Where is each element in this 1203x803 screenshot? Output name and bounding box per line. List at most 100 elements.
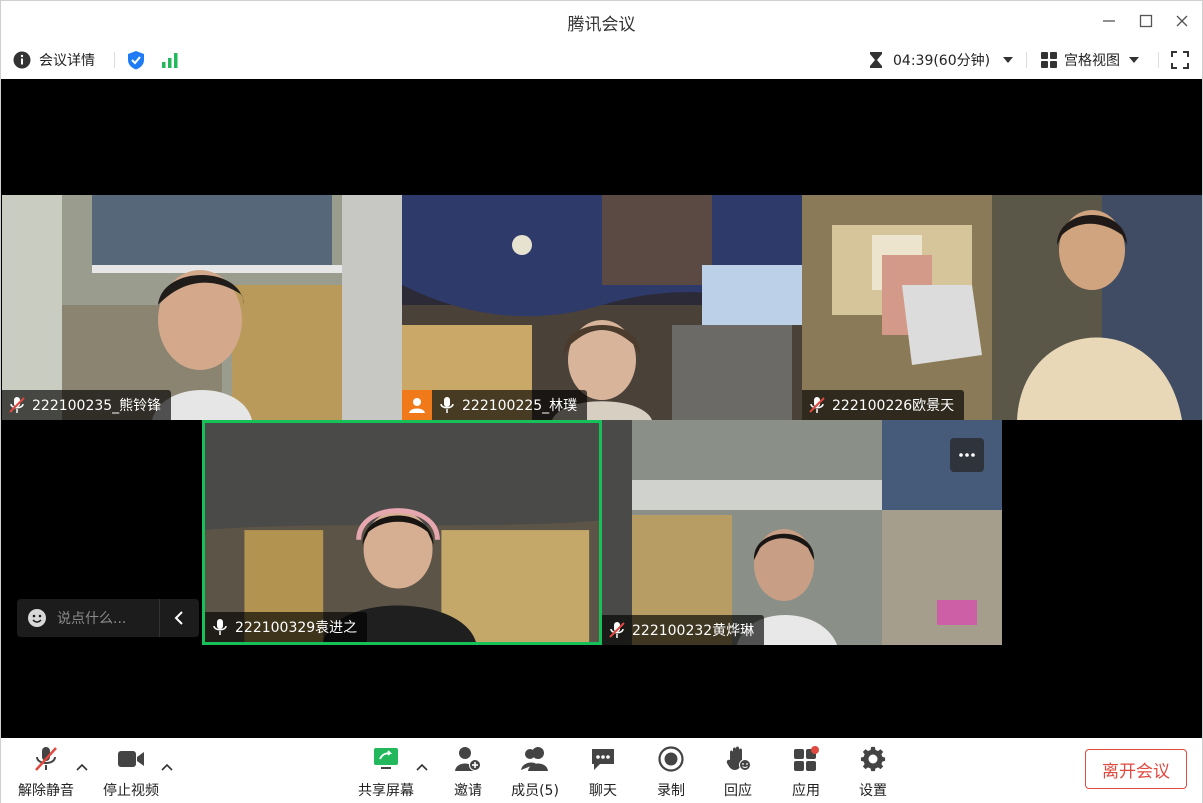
- meeting-info-bar: 会议详情 04:39(60分钟) 宫格视图: [1, 41, 1202, 79]
- raise-hand-icon: [723, 744, 753, 774]
- network-signal[interactable]: [161, 41, 179, 79]
- meeting-details-button[interactable]: 会议详情: [13, 41, 95, 79]
- emoji-button[interactable]: [17, 599, 57, 637]
- mic-muted-icon: [31, 744, 61, 774]
- meeting-timer[interactable]: 04:39(60分钟): [869, 41, 1014, 79]
- share-screen-icon: [371, 744, 401, 774]
- participant-name: 222100226欧景天: [832, 398, 955, 414]
- participant-label: 222100232黄烨琳: [602, 615, 765, 645]
- signal-icon: [162, 53, 178, 68]
- apps-button[interactable]: 应用: [771, 744, 841, 800]
- participant-video: [602, 420, 1002, 645]
- divider: [1158, 52, 1159, 68]
- info-icon: [13, 51, 31, 69]
- close-button[interactable]: [1168, 7, 1196, 35]
- timer-text: 04:39(60分钟): [893, 53, 991, 69]
- minimize-button[interactable]: [1095, 7, 1123, 35]
- close-icon: [1176, 15, 1188, 27]
- meeting-toolbar: 解除静音 停止视频 共享屏幕 邀请 成员(5) 聊天 录制 回应 应用 设置 离…: [1, 738, 1202, 803]
- invite-label: 邀请: [454, 783, 482, 799]
- video-tile[interactable]: 222100235_熊铃锋: [2, 195, 402, 420]
- share-screen-label: 共享屏幕: [358, 783, 414, 799]
- participant-label: 222100225_林璞: [402, 390, 588, 420]
- video-camera-icon: [116, 744, 146, 774]
- apps-icon: [791, 744, 821, 774]
- user-icon: [409, 398, 425, 413]
- leave-meeting-button[interactable]: 离开会议: [1085, 749, 1187, 789]
- participant-label: 222100329袁进之: [205, 612, 368, 642]
- chat-label: 聊天: [589, 783, 617, 799]
- ellipsis-icon: [959, 453, 975, 457]
- chat-button[interactable]: 聊天: [568, 744, 638, 800]
- divider: [1026, 52, 1027, 68]
- mic-muted-icon: [808, 396, 826, 414]
- participant-name: 222100329袁进之: [235, 620, 358, 636]
- react-label: 回应: [724, 783, 752, 799]
- title-bar: 腾讯会议: [1, 1, 1202, 41]
- invite-button[interactable]: 邀请: [433, 744, 503, 800]
- mic-muted-icon: [8, 396, 26, 414]
- video-grid: 222100235_熊铃锋 222100225_林璞 222100226欧景天 …: [1, 79, 1202, 738]
- divider: [114, 52, 115, 68]
- meeting-window: 腾讯会议 会议详情 04:39(60分钟) 宫格视图 222100235_熊铃锋…: [0, 0, 1203, 803]
- unmute-label: 解除静音: [18, 783, 74, 799]
- maximize-icon: [1139, 14, 1153, 28]
- chat-quick-input[interactable]: 说点什么...: [17, 599, 199, 637]
- mic-icon: [438, 396, 456, 414]
- grid-view-icon: [1041, 52, 1057, 68]
- security-shield[interactable]: [126, 41, 146, 79]
- meeting-details-label: 会议详情: [39, 53, 95, 69]
- emoji-icon: [28, 609, 46, 627]
- chevron-down-icon: [1129, 57, 1139, 63]
- camera-badge: [402, 390, 432, 420]
- video-tile-active-speaker[interactable]: 222100329袁进之: [202, 420, 602, 645]
- stop-video-label: 停止视频: [103, 783, 159, 799]
- video-tile[interactable]: 222100225_林璞: [402, 195, 802, 420]
- mic-icon: [211, 618, 229, 636]
- participant-name: 222100235_熊铃锋: [32, 398, 162, 414]
- fullscreen-button[interactable]: [1171, 41, 1189, 79]
- chevron-up-icon: [161, 763, 173, 771]
- participant-video: [402, 195, 802, 420]
- hourglass-icon: [870, 52, 882, 68]
- view-mode-dropdown[interactable]: 宫格视图: [1041, 41, 1140, 79]
- record-icon: [656, 744, 686, 774]
- video-tile[interactable]: 222100232黄烨琳: [602, 420, 1002, 645]
- chat-input-placeholder[interactable]: 说点什么...: [57, 608, 159, 628]
- chevron-up-icon: [76, 763, 88, 771]
- chevron-up-icon: [416, 763, 428, 771]
- shield-check-icon: [128, 51, 144, 70]
- settings-label: 设置: [859, 783, 887, 799]
- participant-video: [2, 195, 402, 420]
- members-label: 成员(5): [511, 783, 559, 799]
- chevron-down-icon: [1003, 57, 1014, 63]
- chat-bubble-icon: [588, 744, 618, 774]
- collapse-chat-button[interactable]: [159, 599, 197, 637]
- video-options-chevron[interactable]: [161, 760, 173, 774]
- members-icon: [520, 744, 550, 774]
- maximize-button[interactable]: [1132, 7, 1160, 35]
- react-button[interactable]: 回应: [703, 744, 773, 800]
- unmute-button[interactable]: 解除静音: [11, 744, 81, 800]
- video-tile[interactable]: 222100226欧景天: [802, 195, 1202, 420]
- audio-options-chevron[interactable]: [76, 760, 88, 774]
- participant-label: 222100226欧景天: [802, 390, 965, 420]
- participant-name: 222100225_林璞: [462, 398, 578, 414]
- more-options-button[interactable]: [950, 438, 984, 472]
- apps-label: 应用: [792, 783, 820, 799]
- view-mode-label: 宫格视图: [1064, 53, 1120, 69]
- settings-button[interactable]: 设置: [838, 744, 908, 800]
- gear-icon: [858, 744, 888, 774]
- window-title: 腾讯会议: [567, 15, 636, 35]
- record-button[interactable]: 录制: [636, 744, 706, 800]
- share-screen-button[interactable]: 共享屏幕: [351, 744, 421, 800]
- participant-label: 222100235_熊铃锋: [2, 390, 172, 420]
- fullscreen-icon: [1171, 51, 1189, 69]
- stop-video-button[interactable]: 停止视频: [96, 744, 166, 800]
- add-person-icon: [453, 744, 483, 774]
- share-options-chevron[interactable]: [416, 760, 428, 774]
- chevron-left-icon: [174, 611, 183, 625]
- participant-video: [205, 423, 599, 642]
- members-button[interactable]: 成员(5): [500, 744, 570, 800]
- record-label: 录制: [657, 783, 685, 799]
